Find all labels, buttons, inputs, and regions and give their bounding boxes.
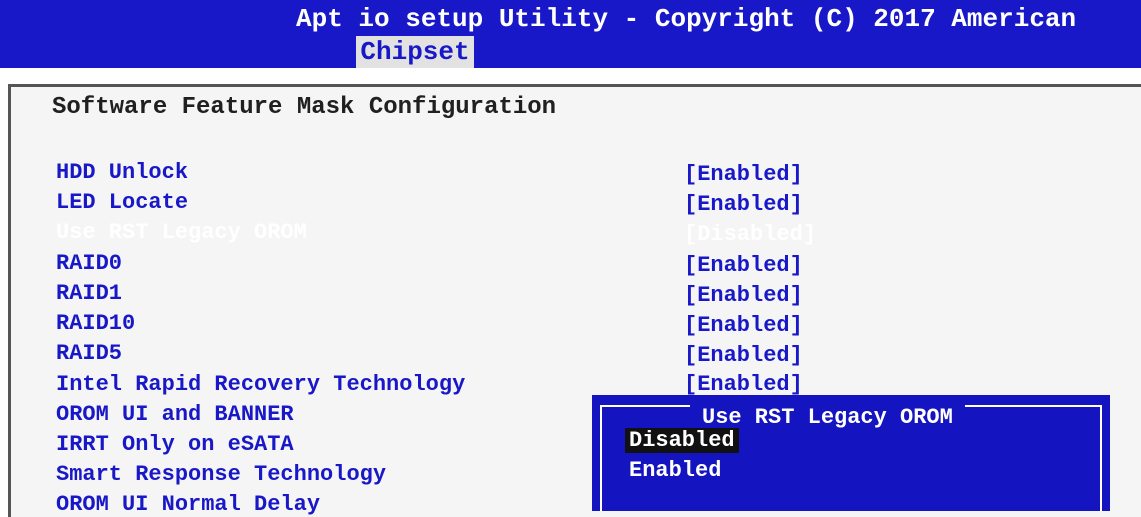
tab-chipset[interactable]: Chipset [356, 36, 474, 68]
setting-raid1[interactable]: RAID1 [56, 281, 122, 306]
setting-hdd-unlock-value[interactable]: [Enabled] [684, 162, 803, 187]
setting-intel-rapid-recovery-value[interactable]: [Enabled] [684, 372, 803, 397]
setting-intel-rapid-recovery[interactable]: Intel Rapid Recovery Technology [56, 372, 465, 397]
setting-led-locate-value[interactable]: [Enabled] [684, 192, 803, 217]
setting-raid1-value[interactable]: [Enabled] [684, 283, 803, 308]
popup-title: Use RST Legacy OROM [690, 405, 965, 430]
header-bar: Apt io setup Utility - Copyright (C) 201… [0, 0, 1141, 68]
page-title: Software Feature Mask Configuration [52, 94, 557, 121]
utility-title: Apt io setup Utility - Copyright (C) 201… [296, 4, 1077, 34]
setting-smart-response[interactable]: Smart Response Technology [56, 462, 386, 487]
setting-raid0[interactable]: RAID0 [56, 251, 122, 276]
setting-irrt-only-esata[interactable]: IRRT Only on eSATA [56, 432, 294, 457]
setting-hdd-unlock[interactable]: HDD Unlock [56, 160, 188, 185]
option-popup: Use RST Legacy OROM Disabled Enabled [592, 395, 1110, 511]
setting-raid5-value[interactable]: [Enabled] [684, 343, 803, 368]
popup-option-enabled[interactable]: Enabled [625, 458, 725, 483]
setting-orom-ui-banner[interactable]: OROM UI and BANNER [56, 402, 294, 427]
setting-raid10-value[interactable]: [Enabled] [684, 313, 803, 338]
setting-led-locate[interactable]: LED Locate [56, 190, 188, 215]
setting-orom-ui-normal-delay[interactable]: OROM UI Normal Delay [56, 492, 320, 517]
popup-option-disabled[interactable]: Disabled [625, 428, 739, 453]
setting-raid0-value[interactable]: [Enabled] [684, 253, 803, 278]
setting-raid5[interactable]: RAID5 [56, 341, 122, 366]
setting-use-rst-legacy-orom-value[interactable]: [Disabled] [684, 222, 816, 247]
setting-use-rst-legacy-orom[interactable]: Use RST Legacy OROM [56, 220, 307, 245]
setting-raid10[interactable]: RAID10 [56, 311, 135, 336]
